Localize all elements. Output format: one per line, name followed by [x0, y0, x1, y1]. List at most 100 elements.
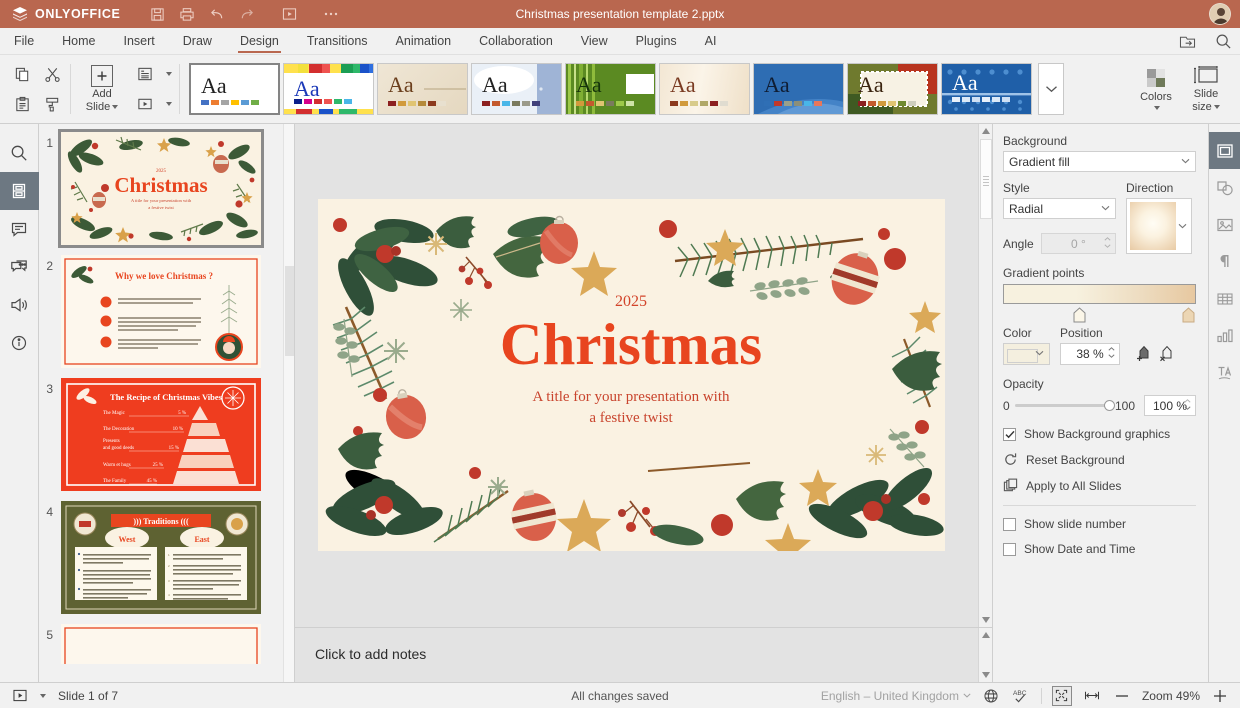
fit-to-width-icon[interactable] — [1082, 686, 1102, 706]
show-slide-number-checkbox[interactable] — [1003, 517, 1016, 531]
show-background-graphics-checkbox[interactable] — [1003, 427, 1016, 441]
language-selector[interactable]: English – United Kingdom — [821, 689, 971, 703]
menu-ai[interactable]: AI — [691, 28, 731, 54]
slide-settings-icon[interactable] — [1208, 132, 1240, 169]
menu-insert[interactable]: Insert — [110, 28, 169, 54]
menu-file[interactable]: File — [0, 28, 48, 54]
more-icon[interactable] — [316, 0, 346, 28]
paste-icon[interactable] — [7, 89, 37, 119]
thumbnails-scrollbar[interactable] — [283, 124, 294, 682]
menu-draw[interactable]: Draw — [169, 28, 226, 54]
menu-view[interactable]: View — [567, 28, 622, 54]
theme-green[interactable]: Aa — [565, 63, 656, 115]
layout-dropdown-icon[interactable] — [160, 59, 176, 89]
avatar[interactable] — [1209, 3, 1231, 25]
theme-lines[interactable]: Aa — [659, 63, 750, 115]
menu-transitions[interactable]: Transitions — [293, 28, 382, 54]
shape-settings-icon[interactable] — [1209, 169, 1240, 206]
angle-spinner[interactable]: 0 ° — [1040, 233, 1116, 254]
search-icon[interactable] — [1212, 31, 1234, 53]
reset-background-row[interactable]: Reset Background — [1003, 452, 1196, 467]
search-icon[interactable] — [0, 134, 39, 172]
notes-scroll-up-icon[interactable] — [979, 628, 993, 642]
zoom-label[interactable]: Zoom 49% — [1142, 689, 1200, 703]
thumbnail-item[interactable]: 2 Why we love Christmas ? — [39, 255, 294, 368]
redo-icon[interactable] — [232, 0, 262, 28]
add-slide-button[interactable]: Add Slide — [74, 58, 130, 120]
colors-dropdown-icon[interactable] — [1154, 105, 1160, 110]
zoom-in-icon[interactable] — [1210, 686, 1230, 706]
scroll-down-icon[interactable] — [979, 613, 992, 627]
theme-classic[interactable]: Aa — [377, 63, 468, 115]
open-file-location-icon[interactable] — [1176, 31, 1198, 53]
background-fill-select[interactable]: Gradient fill — [1003, 151, 1196, 172]
spell-check-icon[interactable]: ABC — [1011, 686, 1031, 706]
thumbnail-slide-1[interactable]: 2025 Christmas A title for your presenta… — [58, 129, 264, 248]
gradient-stop-handle-1[interactable] — [1073, 307, 1086, 323]
add-gradient-point-icon[interactable] — [1136, 345, 1151, 362]
theme-bright[interactable]: Aa — [283, 63, 374, 115]
gradient-stop-handle-2[interactable] — [1182, 307, 1195, 323]
theme-blank[interactable]: Aa — [189, 63, 280, 115]
thumbnail-item[interactable]: 1 2025 Christmas A title for your presen… — [39, 129, 294, 248]
transition-dropdown-icon[interactable] — [160, 89, 176, 119]
slide-transition-icon[interactable] — [130, 89, 160, 119]
opacity-spinner-arrows[interactable] — [1184, 399, 1191, 410]
notes-scroll-down-icon[interactable] — [979, 668, 993, 682]
slide-thumbnails-panel[interactable]: 1 2025 Christmas A title for your presen… — [39, 124, 295, 682]
set-language-icon[interactable] — [981, 686, 1001, 706]
scroll-up-icon[interactable] — [979, 124, 992, 138]
opacity-spinner[interactable]: 100 % — [1144, 395, 1196, 416]
theme-office[interactable]: Aa — [753, 63, 844, 115]
canvas-vertical-scrollbar[interactable] — [978, 124, 992, 627]
theme-safari[interactable]: Aa — [941, 63, 1032, 115]
remove-gradient-point-icon[interactable] — [1159, 345, 1174, 362]
slide-canvas-area[interactable]: 2025 Christmas A title for your presenta… — [295, 124, 992, 627]
slide-layout-icon[interactable] — [130, 59, 160, 89]
image-settings-icon[interactable] — [1209, 206, 1240, 243]
menu-design[interactable]: Design — [226, 28, 293, 54]
scrollbar-thumb[interactable] — [980, 139, 992, 219]
thumbnail-slide-5[interactable] — [61, 624, 261, 664]
save-icon[interactable] — [142, 0, 172, 28]
table-settings-icon[interactable] — [1209, 280, 1240, 317]
chat-icon[interactable] — [0, 248, 39, 286]
menu-home[interactable]: Home — [48, 28, 109, 54]
print-icon[interactable] — [172, 0, 202, 28]
slideshow-options-icon[interactable] — [36, 686, 48, 706]
angle-spinner-arrows[interactable] — [1104, 237, 1111, 248]
comments-icon[interactable] — [0, 210, 39, 248]
fit-to-slide-icon[interactable] — [1051, 685, 1072, 706]
thumbnail-item[interactable]: 3 The Recipe of Christmas Vibes The Magi… — [39, 378, 294, 491]
menu-collaboration[interactable]: Collaboration — [465, 28, 567, 54]
text-art-settings-icon[interactable] — [1209, 354, 1240, 391]
notes-pane[interactable]: Click to add notes — [295, 627, 992, 682]
position-spinner-arrows[interactable] — [1108, 347, 1115, 358]
show-slide-number-row[interactable]: Show slide number — [1003, 517, 1196, 531]
thumbnail-slide-4[interactable]: ))) Traditions ((( West East 1 2 3 4 — [61, 501, 261, 614]
thumbnail-slide-3[interactable]: The Recipe of Christmas Vibes The Magic 5… — [61, 378, 261, 491]
zoom-out-icon[interactable] — [1112, 686, 1132, 706]
menu-animation[interactable]: Animation — [382, 28, 466, 54]
about-icon[interactable] — [0, 324, 39, 362]
opacity-slider[interactable] — [1014, 400, 1115, 411]
opacity-slider-knob[interactable] — [1103, 400, 1115, 411]
speaker-icon[interactable] — [0, 286, 39, 324]
chart-settings-icon[interactable] — [1209, 317, 1240, 354]
thumbnail-item[interactable]: 4 ))) Traditions (((West East 1 2 3 4 — [39, 501, 294, 614]
theme-gallery-expand-button[interactable] — [1038, 63, 1064, 115]
colors-button[interactable]: Colors — [1132, 58, 1180, 120]
menu-plugins[interactable]: Plugins — [622, 28, 691, 54]
theme-official[interactable]: Aa — [847, 63, 938, 115]
slide-size-button[interactable]: Slide size — [1180, 58, 1232, 120]
theme-corner[interactable]: Aa — [471, 63, 562, 115]
show-date-time-checkbox[interactable] — [1003, 542, 1016, 556]
slides-icon[interactable] — [0, 172, 39, 210]
paragraph-settings-icon[interactable] — [1209, 243, 1240, 280]
current-slide[interactable]: 2025 Christmas A title for your presenta… — [318, 199, 945, 551]
notes-scrollbar[interactable] — [978, 628, 992, 682]
thumbnail-slide-2[interactable]: Why we love Christmas ? — [61, 255, 261, 368]
position-spinner[interactable]: 38 % — [1060, 343, 1120, 365]
start-slideshow-icon[interactable] — [274, 0, 304, 28]
gradient-style-select[interactable]: Radial — [1003, 198, 1116, 219]
